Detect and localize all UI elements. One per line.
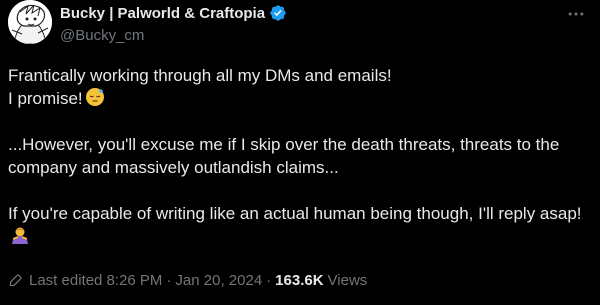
- separator-dot: ·: [166, 272, 172, 289]
- tweet-line-4-text: If you're capable of writing like an act…: [8, 204, 582, 223]
- tweet-line-3: ...However, you'll excuse me if I skip o…: [8, 135, 560, 177]
- verified-badge-icon[interactable]: [269, 4, 287, 22]
- tweet-line-2-text: I promise!: [8, 89, 83, 108]
- tweet-line-1: Frantically working through all my DMs a…: [8, 66, 392, 85]
- tweet-header: Bucky | Palworld & Craftopia @Bucky_cm: [60, 3, 560, 45]
- tweet-card: Bucky | Palworld & Craftopia @Bucky_cm F…: [0, 0, 600, 305]
- tweet-date-link[interactable]: Jan 20, 2024: [175, 272, 262, 289]
- views-count: 163.6K: [275, 272, 324, 289]
- person-bowing-emoji-icon: [12, 227, 28, 244]
- sleepy-face-emoji-icon: [85, 88, 104, 106]
- last-edited-link[interactable]: Last edited 8:26 PM: [29, 272, 162, 289]
- more-options-icon[interactable]: [566, 4, 586, 24]
- name-row: Bucky | Palworld & Craftopia: [60, 3, 560, 23]
- tweet-text: Frantically working through all my DMs a…: [8, 64, 594, 248]
- user-handle[interactable]: @Bucky_cm: [60, 27, 560, 45]
- avatar-sketch-icon: [8, 0, 52, 44]
- tweet-meta: Last edited 8:26 PM · Jan 20, 2024 · 163…: [8, 272, 367, 289]
- avatar[interactable]: [8, 0, 52, 44]
- separator-dot: ·: [266, 272, 272, 289]
- display-name[interactable]: Bucky | Palworld & Craftopia: [60, 5, 265, 22]
- tweet-line-4: If you're capable of writing like an act…: [8, 202, 594, 248]
- pencil-icon: [9, 274, 22, 287]
- tweet-line-2: I promise!: [8, 87, 594, 110]
- views-label: Views: [327, 272, 368, 289]
